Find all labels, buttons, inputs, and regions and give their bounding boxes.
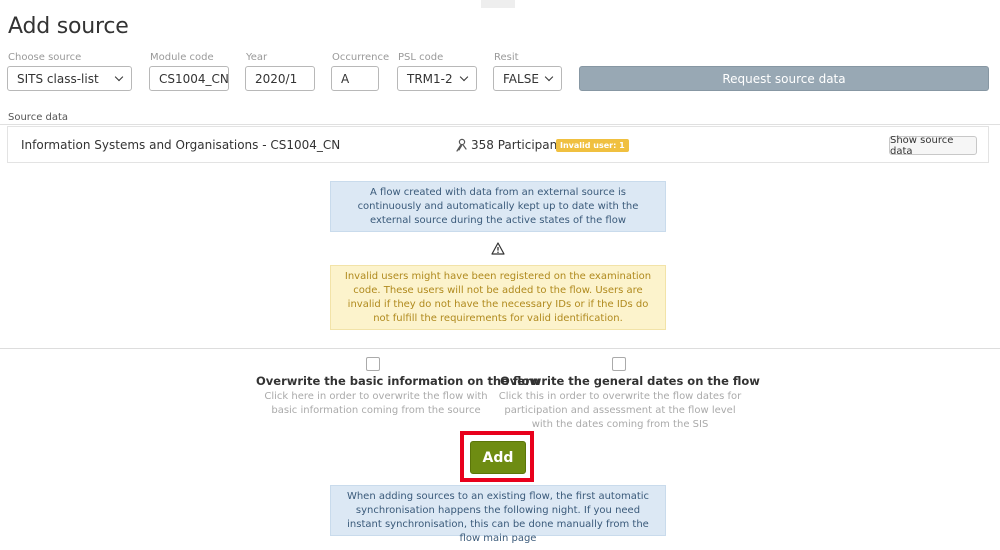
resit-select[interactable]: FALSE	[493, 66, 562, 91]
module-code-label: Module code	[150, 52, 214, 63]
psl-code-label: PSL code	[398, 52, 444, 63]
overwrite-dates-title: Overwrite the general dates on the flow	[500, 374, 760, 388]
resit-value: FALSE	[503, 71, 539, 86]
overwrite-basic-title: Overwrite the basic information on the f…	[256, 374, 540, 388]
invalid-user-badge: Invalid user: 1	[556, 139, 629, 152]
participants-icon	[456, 138, 467, 152]
occurrence-label: Occurrence	[332, 52, 390, 63]
participants-label: 358 Participants	[471, 138, 569, 152]
overwrite-basic-checkbox[interactable]	[366, 357, 380, 371]
source-card: Information Systems and Organisations - …	[7, 126, 989, 163]
module-code-input[interactable]: CS1004_CN	[149, 66, 229, 91]
chevron-down-icon	[459, 72, 469, 81]
overwrite-basic-description: Click here in order to overwrite the flo…	[264, 391, 488, 416]
section-divider	[0, 124, 1000, 125]
participants-count: 358 Participants	[454, 138, 568, 152]
year-input[interactable]: 2020/1	[245, 66, 315, 91]
chevron-down-icon	[114, 72, 124, 81]
add-button[interactable]: Add	[470, 441, 526, 474]
choose-source-value: SITS class-list	[17, 71, 99, 86]
psl-code-select[interactable]: TRM1-2	[397, 66, 477, 91]
request-source-data-button[interactable]: Request source data	[579, 66, 989, 91]
occurrence-value: A	[341, 71, 350, 86]
psl-code-value: TRM1-2	[407, 71, 453, 86]
warning-triangle-icon	[491, 242, 505, 255]
year-value: 2020/1	[255, 71, 298, 86]
show-source-data-button[interactable]: Show source data	[889, 135, 977, 157]
top-tab-handle[interactable]	[481, 0, 515, 8]
occurrence-input[interactable]: A	[331, 66, 379, 91]
source-name: Information Systems and Organisations - …	[21, 138, 341, 152]
overwrite-dates-checkbox[interactable]	[612, 357, 626, 371]
choose-source-label: Choose source	[8, 52, 82, 63]
source-data-label: Source data	[8, 112, 69, 123]
sync-notice: When adding sources to an existing flow,…	[330, 485, 666, 544]
resit-label: Resit	[494, 52, 519, 63]
external-source-notice: A flow created with data from an externa…	[330, 181, 666, 232]
year-label: Year	[246, 52, 268, 63]
choose-source-select[interactable]: SITS class-list	[7, 66, 132, 91]
invalid-users-notice: Invalid users might have been registered…	[330, 265, 666, 330]
overwrite-dates-description: Click this in order to overwrite the flo…	[498, 391, 742, 430]
module-code-value: CS1004_CN	[159, 71, 229, 86]
page-title: Add source	[8, 14, 129, 39]
section-separator	[0, 348, 1000, 349]
chevron-down-icon	[544, 72, 554, 81]
